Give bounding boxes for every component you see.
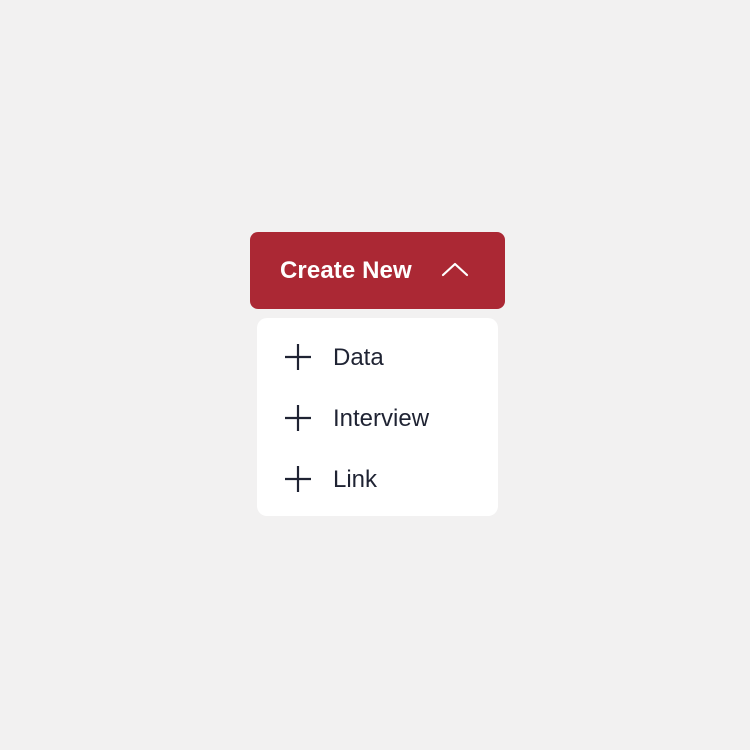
menu-item-label: Interview — [333, 405, 430, 432]
plus-icon — [285, 344, 311, 370]
create-new-button[interactable]: Create New — [250, 232, 505, 309]
plus-icon — [285, 466, 311, 492]
create-new-label: Create New — [280, 256, 412, 284]
create-new-menu: Data Interview Link — [257, 318, 498, 516]
menu-item-link[interactable]: Link — [257, 454, 498, 504]
chevron-up-icon — [441, 262, 469, 277]
menu-item-interview[interactable]: Interview — [257, 393, 498, 443]
plus-icon — [285, 405, 311, 431]
menu-item-label: Data — [333, 344, 384, 371]
menu-item-label: Link — [333, 466, 378, 493]
menu-item-data[interactable]: Data — [257, 332, 498, 382]
